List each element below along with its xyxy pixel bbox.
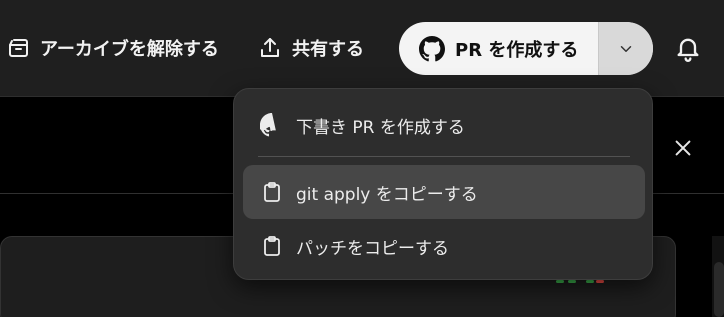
menu-item-create-draft-pr[interactable]: 下書き PR を作成する [243,98,645,152]
close-icon[interactable] [672,137,694,159]
create-pr-label: PR を作成する [455,39,579,61]
chevron-down-icon [620,45,632,52]
create-pr-dropdown-menu: 下書き PR を作成する git apply をコピーする パッチをコピーする [233,88,653,280]
create-pr-dropdown-button[interactable] [598,22,653,75]
top-toolbar: アーカイブを解除する 共有する PR を作成する [0,0,724,97]
unarchive-icon [9,39,28,57]
menu-item-label: 下書き PR を作成する [296,117,465,138]
github-icon [260,113,276,137]
share-label: 共有する [292,39,364,60]
clipboard-icon [264,236,280,256]
unarchive-button[interactable]: アーカイブを解除する [6,26,219,70]
clipboard-icon [264,182,280,202]
unarchive-label: アーカイブを解除する [40,39,219,60]
share-button[interactable]: 共有する [258,26,364,70]
menu-item-label: パッチをコピーする [296,238,449,259]
diff-added-marker [556,280,564,283]
menu-item-copy-git-apply[interactable]: git apply をコピーする [243,165,645,219]
share-icon [261,38,279,57]
diff-added-marker [586,280,594,283]
scrollbar-thumb[interactable] [714,262,724,317]
menu-item-copy-patch[interactable]: パッチをコピーする [243,219,645,273]
diff-added-marker [568,280,576,283]
create-pr-split-button: PR を作成する [399,22,653,75]
diff-removed-marker [596,280,604,283]
menu-item-label: git apply をコピーする [296,184,478,205]
github-icon [419,35,445,61]
menu-divider [258,156,630,157]
bell-icon[interactable] [674,34,702,62]
create-pr-button[interactable]: PR を作成する [399,22,598,75]
